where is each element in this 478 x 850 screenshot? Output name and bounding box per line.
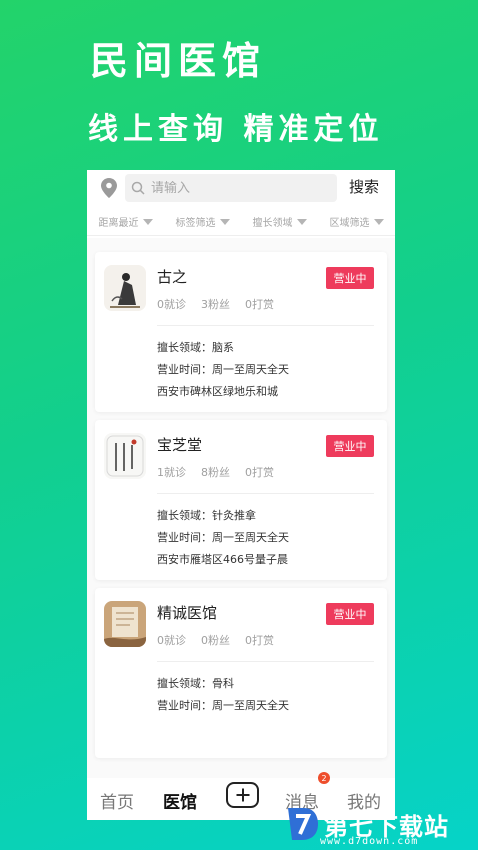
clinic-name: 古之 [157,268,188,286]
search-bar: 搜索 [87,170,395,206]
divider [157,325,374,326]
hours-text: 营业时间：周一至周天全天 [157,363,289,376]
specialty-text: 擅长领域：脑系 [157,341,234,354]
specialty-text: 擅长领域：骨科 [157,677,234,690]
clinic-stats: 0就诊 0粉丝 0打赏 [157,632,274,648]
filter-label: 擅长领域 [252,218,293,229]
watermark-url: www.d7down.com [320,836,419,847]
consultations-count: 1就诊 [157,466,186,479]
clinic-stats: 1就诊 8粉丝 0打赏 [157,464,274,480]
clinic-card[interactable]: 古之 0就诊 3粉丝 0打赏 营业中 擅长领域：脑系 营业时间：周一至周天全天 … [95,252,387,412]
hours-text: 营业时间：周一至周天全天 [157,699,289,712]
filter-label: 标签筛选 [175,218,216,229]
status-badge: 营业中 [326,267,374,289]
status-badge: 营业中 [326,603,374,625]
filter-label: 区域筛选 [329,218,370,229]
phone-screen: 搜索 距离最近 标签筛选 擅长领域 区域筛选 [87,170,395,820]
filter-region[interactable]: 区域筛选 [330,214,384,229]
triangle-down-icon [142,218,153,225]
fans-count: 3粉丝 [201,298,230,311]
search-field[interactable] [125,174,337,202]
filter-tags[interactable]: 标签筛选 [176,214,230,229]
filter-specialty[interactable]: 擅长领域 [253,214,307,229]
d7-logo-icon [288,808,318,840]
tab-home[interactable]: 首页 [100,788,134,813]
fans-count: 8粉丝 [201,466,230,479]
clinic-card[interactable]: 精诚医馆 0就诊 0粉丝 0打赏 营业中 擅长领域：骨科 营业时间：周一至周天全… [95,588,387,758]
tab-clinic[interactable]: 医馆 [163,788,197,813]
clinic-name: 宝芝堂 [157,436,203,454]
fans-count: 0粉丝 [201,634,230,647]
message-count-badge: 2 [318,772,330,784]
triangle-down-icon [296,218,307,225]
promo-subtitle: 线上查询 精准定位 [88,112,384,147]
specialty-text: 擅长领域：针灸推拿 [157,509,256,522]
clinic-card[interactable]: 宝芝堂 1就诊 8粉丝 0打赏 营业中 擅长领域：针灸推拿 营业时间：周一至周天… [95,420,387,580]
clinic-avatar [104,265,146,311]
address-text: 西安市雁塔区466号量子晨 [157,553,288,566]
status-badge: 营业中 [326,435,374,457]
divider [157,661,374,662]
plus-square-icon[interactable] [226,782,259,808]
search-button[interactable]: 搜索 [349,176,379,197]
magnifier-icon [131,181,145,195]
location-pin-icon[interactable] [101,178,117,198]
filter-bar: 距离最近 标签筛选 擅长领域 区域筛选 [87,208,395,236]
clinic-name: 精诚医馆 [157,604,218,622]
clinic-avatar [104,433,146,479]
consultations-count: 0就诊 [157,634,186,647]
clinic-list: 古之 0就诊 3粉丝 0打赏 营业中 擅长领域：脑系 营业时间：周一至周天全天 … [87,238,395,778]
tips-count: 0打赏 [245,466,274,479]
address-text: 西安市碑林区绿地乐和城 [157,385,278,398]
clinic-stats: 0就诊 3粉丝 0打赏 [157,296,274,312]
clinic-avatar [104,601,146,647]
hours-text: 营业时间：周一至周天全天 [157,531,289,544]
triangle-down-icon [219,218,230,225]
tips-count: 0打赏 [245,298,274,311]
tips-count: 0打赏 [245,634,274,647]
promo-title: 民间医馆 [90,38,267,83]
filter-distance[interactable]: 距离最近 [99,214,153,229]
search-input[interactable] [151,180,321,196]
site-watermark: 第七下载站 www.d7down.com [284,800,474,848]
triangle-down-icon [373,218,384,225]
filter-label: 距离最近 [98,218,139,229]
divider [157,493,374,494]
consultations-count: 0就诊 [157,298,186,311]
